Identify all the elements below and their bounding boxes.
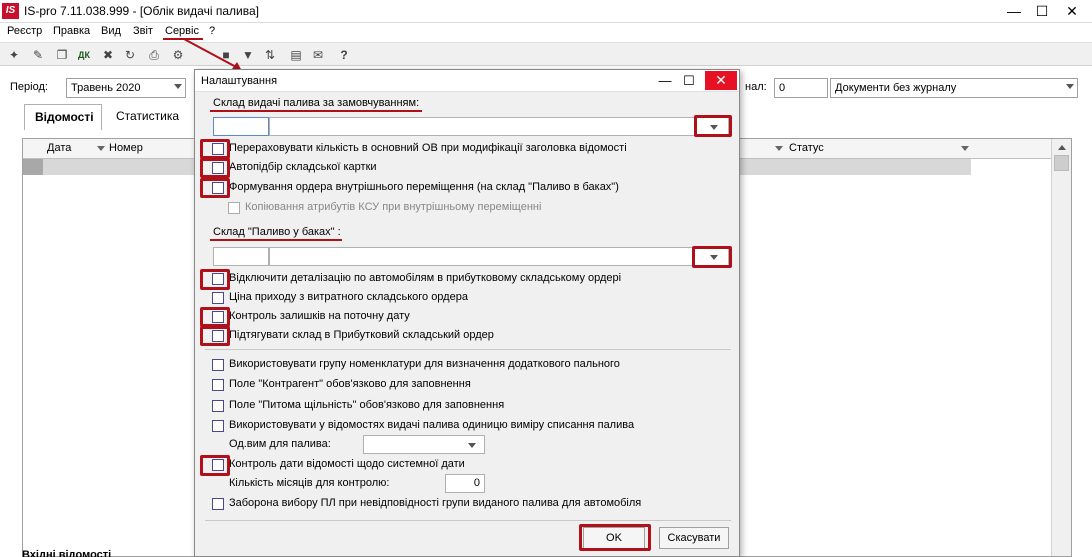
tank-warehouse-code-input[interactable] [213,247,269,266]
density-required-label: Поле "Питома щільність" обов'язково для … [229,399,505,411]
copy-attributes-checkbox [228,202,240,214]
highlight-box [200,139,230,159]
document-icon[interactable]: ▤ [288,47,304,63]
scroll-up-icon[interactable] [1058,145,1066,150]
writeoff-unit-checkbox[interactable] [212,420,224,432]
journal-select[interactable]: Документи без журналу [830,78,1078,98]
main-titlebar: IS IS-pro 7.11.038.999 - [Облік видачі п… [0,0,1092,23]
menu-report[interactable]: Звіт [133,25,153,37]
density-required-checkbox[interactable] [212,400,224,412]
delete-icon[interactable]: ✖ [100,47,116,63]
help-icon[interactable]: ? [336,47,352,63]
income-price-checkbox[interactable] [212,292,224,304]
filter-icon[interactable] [775,146,783,151]
pull-warehouse-label: Підтягувати склад в Прибутковий складськ… [229,329,494,341]
period-select[interactable]: Травень 2020 [66,78,186,98]
copy-attributes-label: Копіювання атрибутів КСУ при внутрішньом… [245,201,542,213]
row-selector[interactable] [23,159,43,175]
counterparty-required-label: Поле "Контрагент" обов'язково для заповн… [229,378,471,390]
highlight-box [200,178,230,198]
unit-label: Од.вим для палива: [229,438,331,450]
months-value: 0 [473,477,480,489]
writeoff-unit-label: Використовувати у відомостях видачі пали… [229,419,635,431]
chevron-down-icon [174,84,182,89]
transfer-order-label: Формування ордера внутрішнього переміщен… [229,181,619,193]
disable-detail-label: Відключити деталізацію по автомобілям в … [229,272,622,284]
months-label: Кількість місяців для контролю: [229,477,390,489]
menu-registry[interactable]: Реєстр [7,25,42,37]
maximize-icon[interactable]: ☐ [677,72,701,90]
default-warehouse-code-input[interactable] [213,117,269,136]
close-icon[interactable]: ✕ [705,71,737,90]
minimize-icon[interactable]: — [653,72,677,90]
minimize-icon[interactable]: — [1000,0,1028,22]
dialog-titlebar: Налаштування — ☐ ✕ [195,70,739,92]
mail-icon[interactable]: ✉ [310,47,326,63]
toolbar: ✦ ✎ ❐ ДК ✖ ↻ ⎙ ⚙ ■ ▼ ⇅ ▤ ✉ ? [0,42,1092,66]
sort-icon[interactable]: ⇅ [262,47,278,63]
label-underline [210,239,342,241]
filter-icon[interactable] [97,146,105,151]
highlight-box [200,326,230,346]
divider [205,349,731,350]
journal-label: нал: [745,81,767,93]
period-value: Травень 2020 [71,82,141,94]
unit-select[interactable] [363,435,485,454]
new-icon[interactable]: ✦ [6,47,22,63]
filter-icon[interactable] [961,146,969,151]
tab-statements[interactable]: Відомості [24,104,102,130]
close-icon[interactable]: ✕ [1058,0,1086,22]
highlight-box [200,158,230,178]
cancel-button[interactable]: Скасувати [659,527,729,549]
highlight-box [694,115,732,137]
default-warehouse-name-input[interactable] [269,117,729,136]
months-input[interactable]: 0 [445,474,485,493]
highlight-box [692,246,732,268]
tab-statistics[interactable]: Статистика [106,104,190,128]
period-label: Період: [10,81,48,93]
scroll-thumb[interactable] [1054,155,1069,171]
income-price-label: Ціна приходу з витратного складського ор… [229,291,468,303]
column-date[interactable]: Дата [47,142,71,154]
stock-control-label: Контроль залишків на поточну дату [229,310,410,322]
date-control-label: Контроль дати відомості щодо системної д… [229,458,465,470]
highlight-box [200,307,230,327]
chevron-down-icon[interactable] [468,443,476,448]
autopick-label: Автопідбір складської картки [229,161,377,173]
tank-warehouse-label: Склад "Паливо у баках" : [213,226,341,238]
settings-dialog: Налаштування — ☐ ✕ Склад видачі палива з… [194,69,740,557]
default-warehouse-label: Склад видачі палива за замовчуванням: [213,97,420,109]
debit-credit-icon[interactable]: ДК [76,47,92,63]
journal-value: Документи без журналу [835,82,957,94]
nomenclature-group-checkbox[interactable] [212,359,224,371]
highlight-box [200,455,230,476]
label-underline [210,110,422,112]
chevron-down-icon [1066,84,1074,89]
highlight-box [200,269,230,290]
recalc-label: Перераховувати кількість в основний ОВ п… [229,142,627,154]
divider [205,520,731,521]
app-logo-icon: IS [2,3,19,19]
ban-selection-checkbox[interactable] [212,498,224,510]
print-icon[interactable]: ⎙ [146,47,162,63]
highlight-box [579,524,651,551]
copy-icon[interactable]: ❐ [54,47,70,63]
refresh-icon[interactable]: ↻ [122,47,138,63]
counterparty-required-checkbox[interactable] [212,379,224,391]
tank-warehouse-name-input[interactable] [269,247,729,266]
window-title: IS-pro 7.11.038.999 - [Облік видачі пали… [24,4,259,18]
vertical-scrollbar[interactable] [1051,139,1071,556]
dialog-title: Налаштування [201,75,278,87]
menu-edit[interactable]: Правка [53,25,90,37]
nomenclature-group-label: Використовувати групу номенклатури для в… [229,358,620,370]
ban-selection-label: Заборона вибору ПЛ при невідповідності г… [229,497,642,509]
bottom-section-title: Вхідні відомості [22,549,112,557]
maximize-icon[interactable]: ☐ [1028,0,1056,22]
edit-icon[interactable]: ✎ [30,47,46,63]
journal-number-field[interactable]: 0 [774,78,828,98]
menu-view[interactable]: Вид [101,25,121,37]
column-number[interactable]: Номер [109,142,143,154]
column-status[interactable]: Статус [789,142,824,154]
journal-number-value: 0 [779,82,786,94]
